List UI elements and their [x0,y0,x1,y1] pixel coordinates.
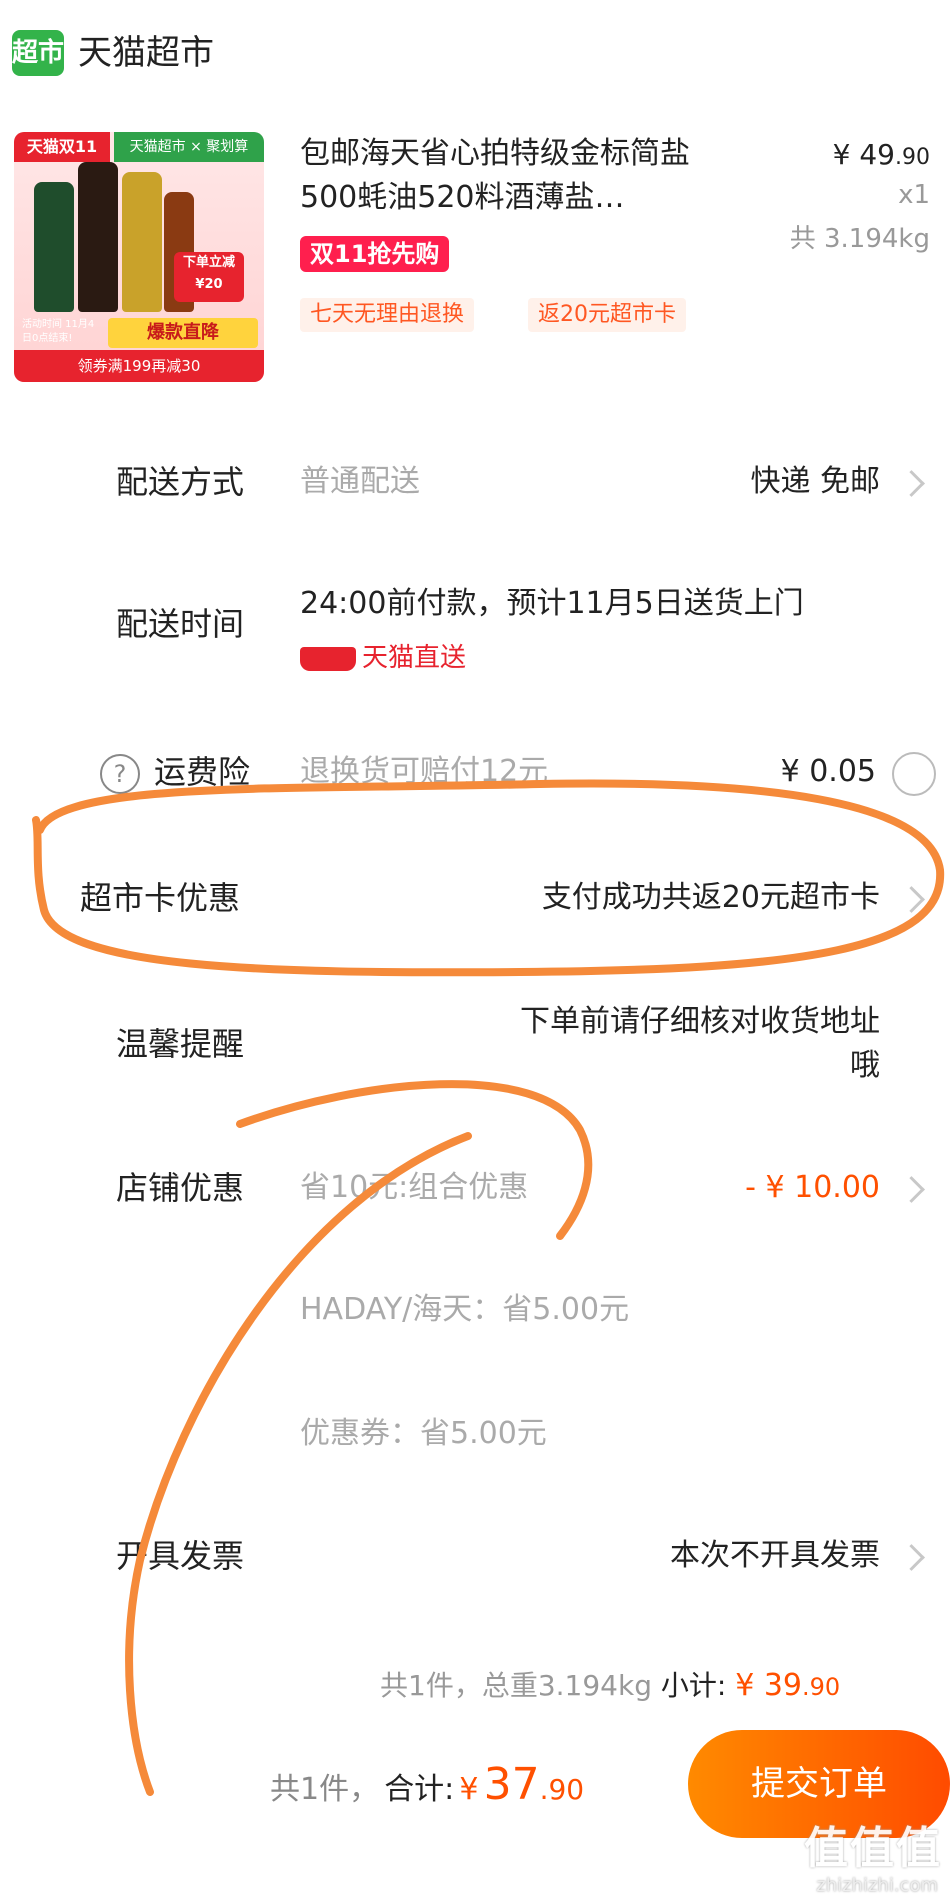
annotation-overlay [32,779,945,1796]
annotation-arrow-line [125,1132,472,1796]
annotation-ellipse [32,779,945,977]
